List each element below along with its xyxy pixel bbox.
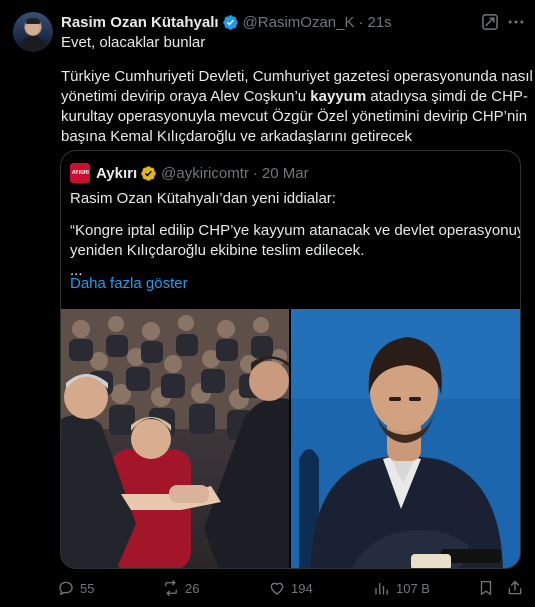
repost-button[interactable]: 26	[162, 578, 199, 598]
bookmark-icon	[480, 580, 492, 596]
quoted-author-avatar[interactable]: AYKIRI	[70, 163, 90, 183]
tweet-bold-keyword: kayyum	[310, 88, 367, 105]
share-button[interactable]	[506, 578, 529, 598]
tweet-timestamp[interactable]: 21s	[367, 14, 391, 31]
tweet-header: Rasim Ozan Kütahyalı @RasimOzan_K · 21s	[61, 12, 392, 32]
author-avatar[interactable]	[13, 12, 53, 52]
avatar-suit	[21, 36, 45, 52]
reply-count: 55	[80, 580, 95, 596]
quoted-photo-portrait[interactable]	[291, 309, 520, 568]
quoted-text-block: “Kongre iptal edilip CHP’ye kayyum atana…	[70, 221, 521, 281]
verified-badge-icon	[222, 14, 238, 30]
show-more-link[interactable]: Daha fazla göster	[70, 275, 188, 292]
quoted-author-handle[interactable]: @aykiricomtr	[161, 165, 249, 182]
quoted-text-line: Rasim Ozan Kütahyalı’dan yeni iddialar:	[70, 190, 336, 207]
tweet-actions-bar: 55 26 194 107 B	[0, 578, 535, 598]
tweet-text-span: yönetimi devirip oraya Alev Coşkun’u	[61, 88, 311, 105]
tweet-paragraph-2: Türkiye Cumhuriyeti Devleti, Cumhuriyet …	[61, 67, 533, 147]
portrait-photo-illustration	[291, 309, 520, 568]
repost-count: 26	[185, 580, 200, 596]
author-handle[interactable]: @RasimOzan_K	[243, 14, 355, 31]
reply-button[interactable]: 55	[57, 578, 94, 598]
avatar-hair	[26, 18, 40, 24]
quoted-header-separator: ·	[252, 164, 258, 182]
header-separator: ·	[358, 13, 364, 31]
share-icon	[508, 580, 522, 595]
tweet[interactable]: Rasim Ozan Kütahyalı @RasimOzan_K · 21s …	[0, 0, 535, 607]
tweet-text: Evet, olacaklar bunlar	[61, 34, 206, 51]
repost-icon	[165, 580, 177, 596]
views-chart-icon	[375, 582, 388, 595]
quoted-text-line: “Kongre iptal edilip CHP’ye kayyum atana…	[70, 222, 521, 239]
views-count: 107 B	[396, 580, 430, 596]
tweet-paragraph-line: kurultay operasyonuyla mevcut Özgür Özel…	[61, 108, 528, 125]
quoted-tweet-header: AYKIRI Aykırı @aykiricomtr · 20 Mar	[70, 163, 309, 183]
bookmark-button[interactable]	[477, 578, 500, 598]
heart-icon	[270, 582, 284, 595]
quoted-text-line: yeniden Kılıçdaroğlu ekibine teslim edil…	[70, 242, 365, 259]
gold-verified-badge-icon	[141, 165, 156, 181]
grok-icon[interactable]	[480, 12, 500, 32]
quoted-avatar-logo-text: AYKIRI	[71, 170, 89, 176]
handshake-photo-illustration	[61, 309, 289, 568]
quoted-tweet-date[interactable]: 20 Mar	[262, 165, 309, 182]
quoted-tweet[interactable]: AYKIRI Aykırı @aykiricomtr · 20 Mar Rasi…	[60, 150, 521, 569]
quoted-photo-handshake[interactable]	[61, 309, 289, 568]
tweet-text-line-1: Evet, olacaklar bunlar	[61, 33, 523, 53]
like-count: 194	[291, 580, 313, 596]
tweet-paragraph-line: başına Kemal Kılıçdaroğlu ve arkadaşları…	[61, 128, 413, 145]
tweet-text-span: atadıysa şimdi de CHP-	[366, 88, 528, 105]
quoted-author-display-name[interactable]: Aykırı	[96, 165, 137, 182]
views-button[interactable]: 107 B	[373, 578, 430, 598]
tweet-paragraph-line: yönetimi devirip oraya Alev Coşkun’u kay…	[61, 87, 528, 107]
more-options-icon[interactable]	[506, 12, 526, 32]
author-display-name[interactable]: Rasim Ozan Kütahyalı	[61, 14, 219, 31]
like-button[interactable]: 194	[268, 578, 313, 598]
tweet-paragraph-line: Türkiye Cumhuriyeti Devleti, Cumhuriyet …	[61, 68, 533, 85]
reply-icon	[59, 581, 73, 596]
